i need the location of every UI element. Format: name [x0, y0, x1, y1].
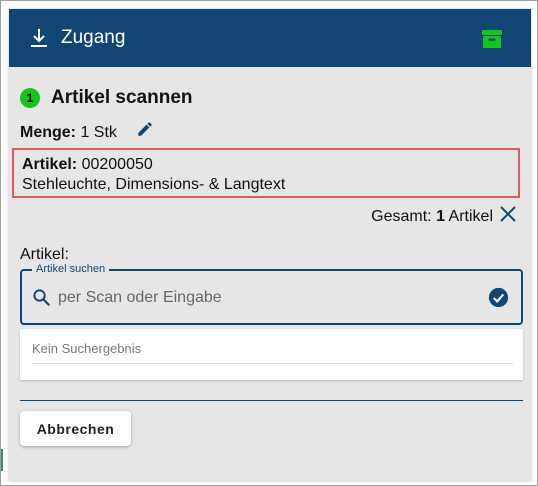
total-unit: Artikel	[448, 208, 493, 225]
edge-marker	[1, 449, 3, 471]
article-label: Artikel:	[22, 156, 78, 173]
step-label: Artikel scannen	[51, 87, 193, 108]
empty-results-text: Kein Suchergebnis	[32, 341, 142, 356]
total-label: Gesamt:	[371, 208, 432, 225]
window-frame: Zugang 1 Artikel scannen Menge: 1 Stk Ar…	[0, 0, 538, 486]
quantity-value: 1 Stk	[80, 124, 117, 141]
total-summary: Gesamt: 1 Artikel	[371, 207, 493, 227]
search-field-legend: Artikel suchen	[32, 262, 110, 276]
search-input[interactable]	[56, 284, 480, 312]
search-icon	[33, 289, 50, 306]
article-description: Stehleuchte, Dimensions- & Langtext	[22, 176, 286, 193]
panel-title: Zugang	[61, 27, 126, 48]
zugang-panel: Zugang 1 Artikel scannen Menge: 1 Stk Ar…	[9, 9, 531, 481]
pencil-icon[interactable]	[136, 120, 154, 138]
download-icon	[31, 29, 47, 47]
results-divider	[32, 363, 513, 364]
quantity-label: Menge:	[20, 124, 76, 141]
panel-header: Zugang	[9, 9, 531, 67]
search-results-list: Kein Suchergebnis	[20, 329, 523, 380]
check-circle-icon[interactable]	[488, 287, 509, 308]
step-number-badge: 1	[20, 88, 40, 108]
total-count: 1	[436, 208, 445, 225]
article-info-box: Artikel: 00200050 Stehleuchte, Dimension…	[12, 148, 520, 198]
close-icon[interactable]	[499, 205, 517, 223]
archive-icon[interactable]	[481, 28, 503, 50]
article-search-field[interactable]: Artikel suchen	[20, 262, 523, 325]
article-number: 00200050	[81, 156, 153, 173]
cancel-button[interactable]: Abbrechen	[20, 411, 131, 446]
quantity-row: Menge: 1 Stk	[20, 122, 117, 144]
article-line: Artikel: 00200050	[22, 155, 153, 175]
section-divider	[20, 400, 523, 401]
